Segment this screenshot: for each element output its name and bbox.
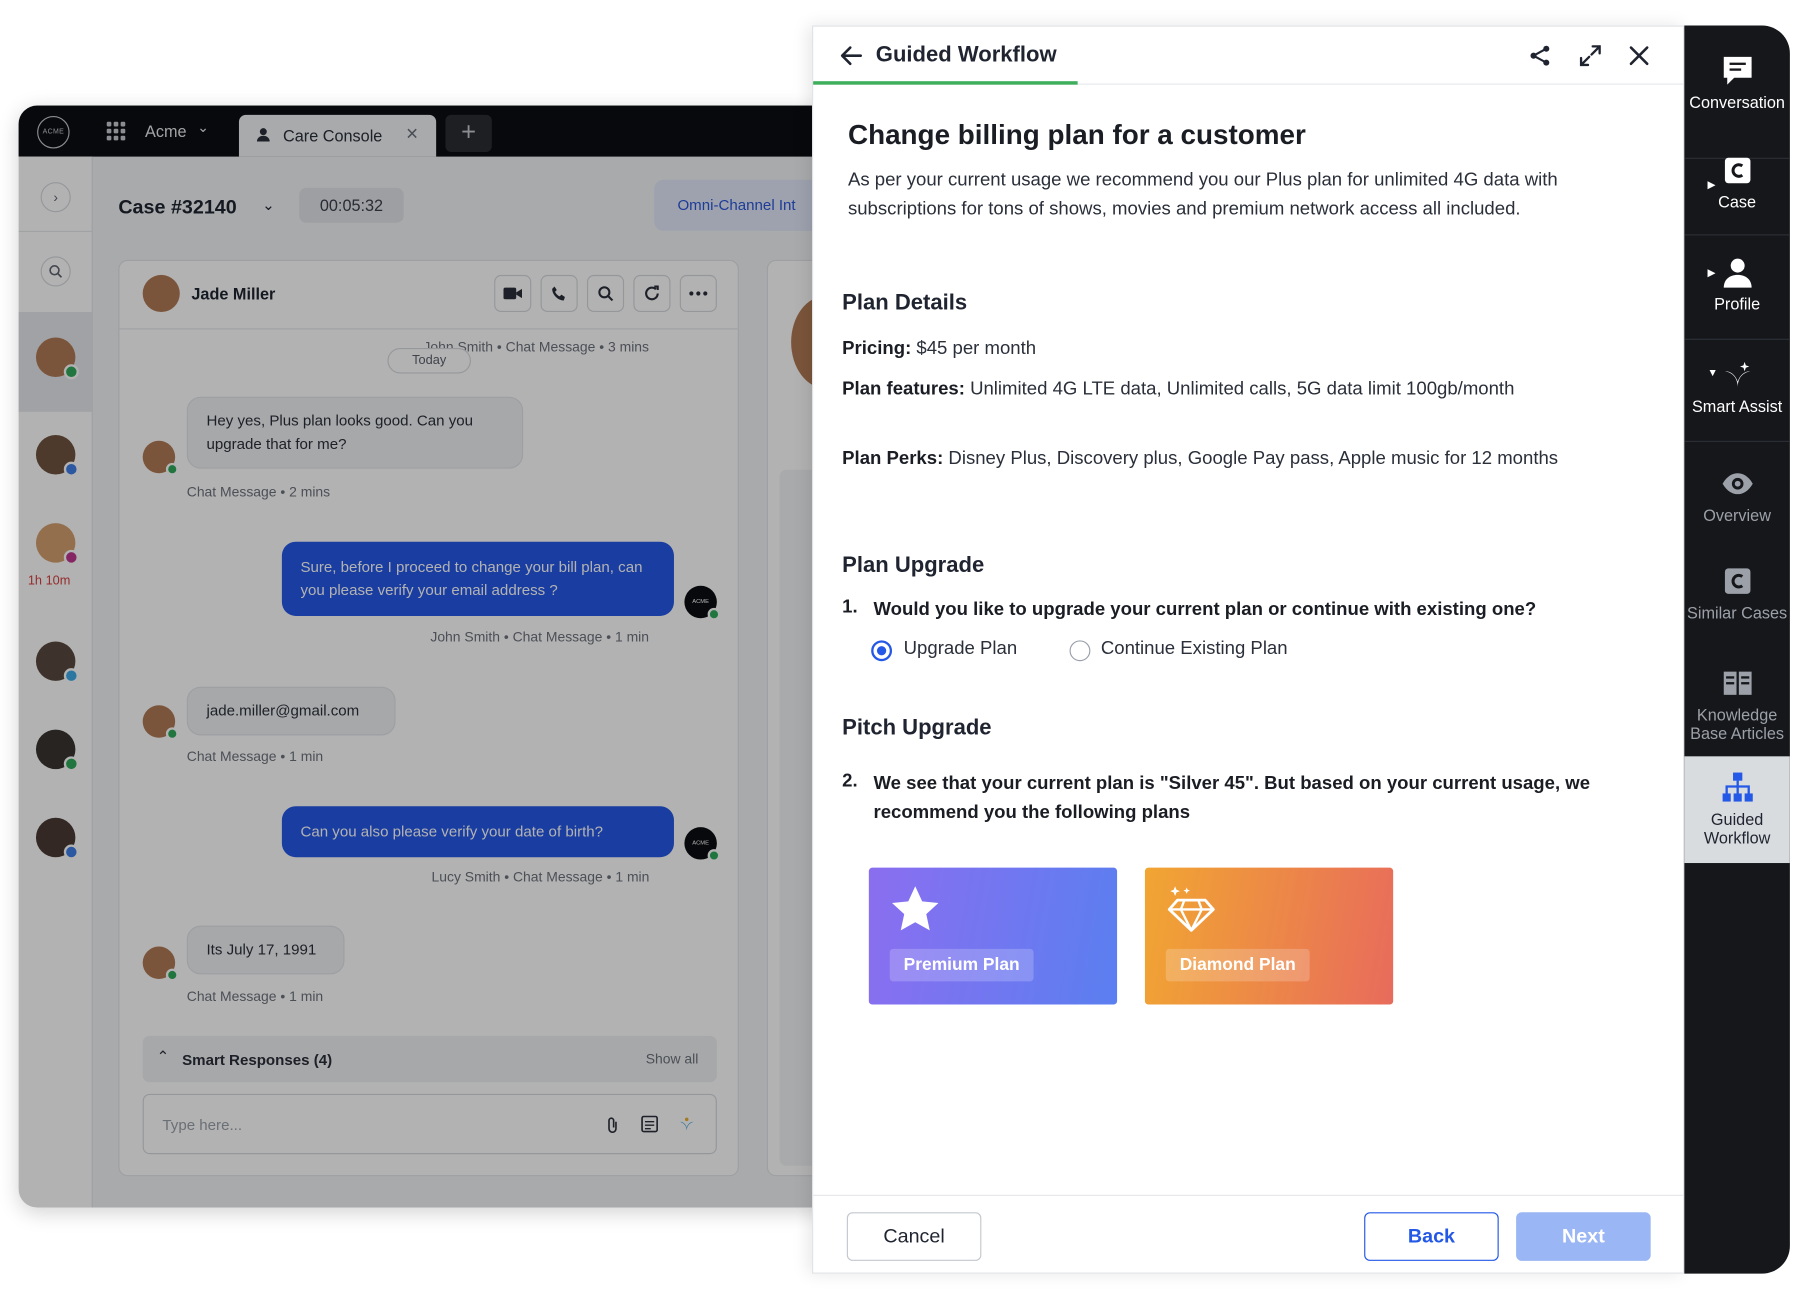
- panel-footer: Cancel Back Next: [813, 1194, 1684, 1274]
- pricing-label: Pricing:: [842, 338, 912, 359]
- smart-assist-icon: [1724, 361, 1750, 388]
- star-icon: [892, 886, 939, 931]
- workflow-heading: Change billing plan for a customer: [847, 119, 1306, 151]
- features-value: Unlimited 4G LTE data, Unlimited calls, …: [970, 379, 1515, 400]
- caret-right-icon: ▶: [1707, 266, 1716, 279]
- plan-features-row: Plan features: Unlimited 4G LTE data, Un…: [842, 375, 1608, 404]
- pricing-row: Pricing: $45 per month: [842, 334, 1608, 363]
- care-console-window: ACME Acme ⌄ Care Console × + › 1h 10m Ca…: [18, 105, 854, 1208]
- case-icon: [1724, 157, 1750, 184]
- radio-label-upgrade[interactable]: Upgrade Plan: [904, 639, 1017, 660]
- caret-down-icon: ▼: [1707, 366, 1718, 379]
- share-icon[interactable]: [1528, 43, 1554, 69]
- plan-label: Diamond Plan: [1165, 948, 1310, 982]
- question-number: 2.: [842, 771, 858, 792]
- question-text: Would you like to upgrade your current p…: [873, 599, 1537, 620]
- sidebar-label: Profile: [1714, 294, 1761, 314]
- radio-label-continue[interactable]: Continue Existing Plan: [1101, 639, 1288, 660]
- workflow-description: As per your current usage we recommend y…: [847, 170, 1558, 220]
- plan-perks-row: Plan Perks: Disney Plus, Discovery plus,…: [842, 444, 1608, 473]
- profile-icon: [1723, 258, 1752, 288]
- sidebar-item-guided-workflow[interactable]: Guided Workflow: [1684, 770, 1790, 847]
- sidebar-item-overview[interactable]: Overview: [1684, 466, 1790, 524]
- sidebar-label: Conversation: [1689, 92, 1785, 112]
- pitch-upgrade-title: Pitch Upgrade: [842, 715, 992, 741]
- modal-overlay: [18, 105, 854, 1208]
- active-tab-indicator: [813, 81, 1078, 85]
- eye-icon: [1722, 473, 1753, 495]
- sidebar-divider: [1684, 338, 1790, 340]
- diamond-plan-card[interactable]: Diamond Plan: [1144, 867, 1394, 1005]
- sidebar-item-smart-assist[interactable]: ▼ Smart Assist: [1684, 357, 1790, 415]
- plan-label: Premium Plan: [889, 948, 1034, 982]
- right-sidebar: Conversation ▶ Case ▶ Profile ▼ Smart As…: [1684, 25, 1790, 1274]
- caret-right-icon: ▶: [1707, 178, 1716, 191]
- perks-label: Plan Perks:: [842, 448, 944, 469]
- plan-upgrade-title: Plan Upgrade: [842, 553, 985, 578]
- perks-value: Disney Plus, Discovery plus, Google Pay …: [948, 448, 1559, 469]
- panel-title: Guided Workflow: [875, 42, 1057, 68]
- cancel-button[interactable]: Cancel: [846, 1212, 982, 1261]
- plan-details-title: Plan Details: [842, 291, 968, 316]
- panel-header: Guided Workflow: [813, 27, 1684, 85]
- sidebar-divider: [1684, 440, 1790, 442]
- expand-icon[interactable]: [1578, 43, 1604, 69]
- sidebar-label: Case: [1718, 192, 1757, 212]
- sidebar-label: Knowledge Base Articles: [1690, 705, 1785, 743]
- pricing-value: $45 per month: [916, 338, 1037, 359]
- back-arrow-icon[interactable]: [839, 43, 865, 69]
- sidebar-label: Overview: [1703, 505, 1771, 525]
- sidebar-label: Similar Cases: [1687, 603, 1788, 622]
- sidebar-item-similar-cases[interactable]: Similar Cases: [1684, 564, 1790, 622]
- radio-continue-plan[interactable]: [1069, 640, 1091, 662]
- sidebar-label: Smart Assist: [1691, 396, 1783, 416]
- stage: ACME Acme ⌄ Care Console × + › 1h 10m Ca…: [0, 0, 1814, 1304]
- sidebar-label: Guided Workflow: [1703, 809, 1771, 847]
- book-icon: [1723, 671, 1752, 695]
- diamond-icon: [1167, 886, 1215, 932]
- sidebar-divider: [1684, 234, 1790, 236]
- radio-upgrade-plan[interactable]: [871, 640, 893, 662]
- question-text: We see that your current plan is "Silver…: [873, 773, 1591, 823]
- question-number: 1.: [842, 597, 858, 618]
- sidebar-item-knowledge-base[interactable]: Knowledge Base Articles: [1684, 666, 1790, 743]
- features-label: Plan features:: [842, 379, 965, 400]
- back-button[interactable]: Back: [1364, 1212, 1499, 1261]
- sidebar-item-conversation[interactable]: Conversation: [1684, 53, 1790, 111]
- guided-workflow-panel: Guided Workflow Change billing plan for …: [812, 25, 1685, 1274]
- sidebar-item-profile[interactable]: ▶ Profile: [1684, 255, 1790, 313]
- next-button[interactable]: Next: [1516, 1212, 1651, 1261]
- sidebar-item-case[interactable]: ▶ Case: [1684, 153, 1790, 211]
- close-icon[interactable]: [1626, 43, 1652, 69]
- premium-plan-card[interactable]: Premium Plan: [868, 867, 1118, 1005]
- similar-cases-icon: [1724, 568, 1750, 594]
- workflow-icon: [1722, 772, 1753, 802]
- chat-icon: [1723, 56, 1752, 85]
